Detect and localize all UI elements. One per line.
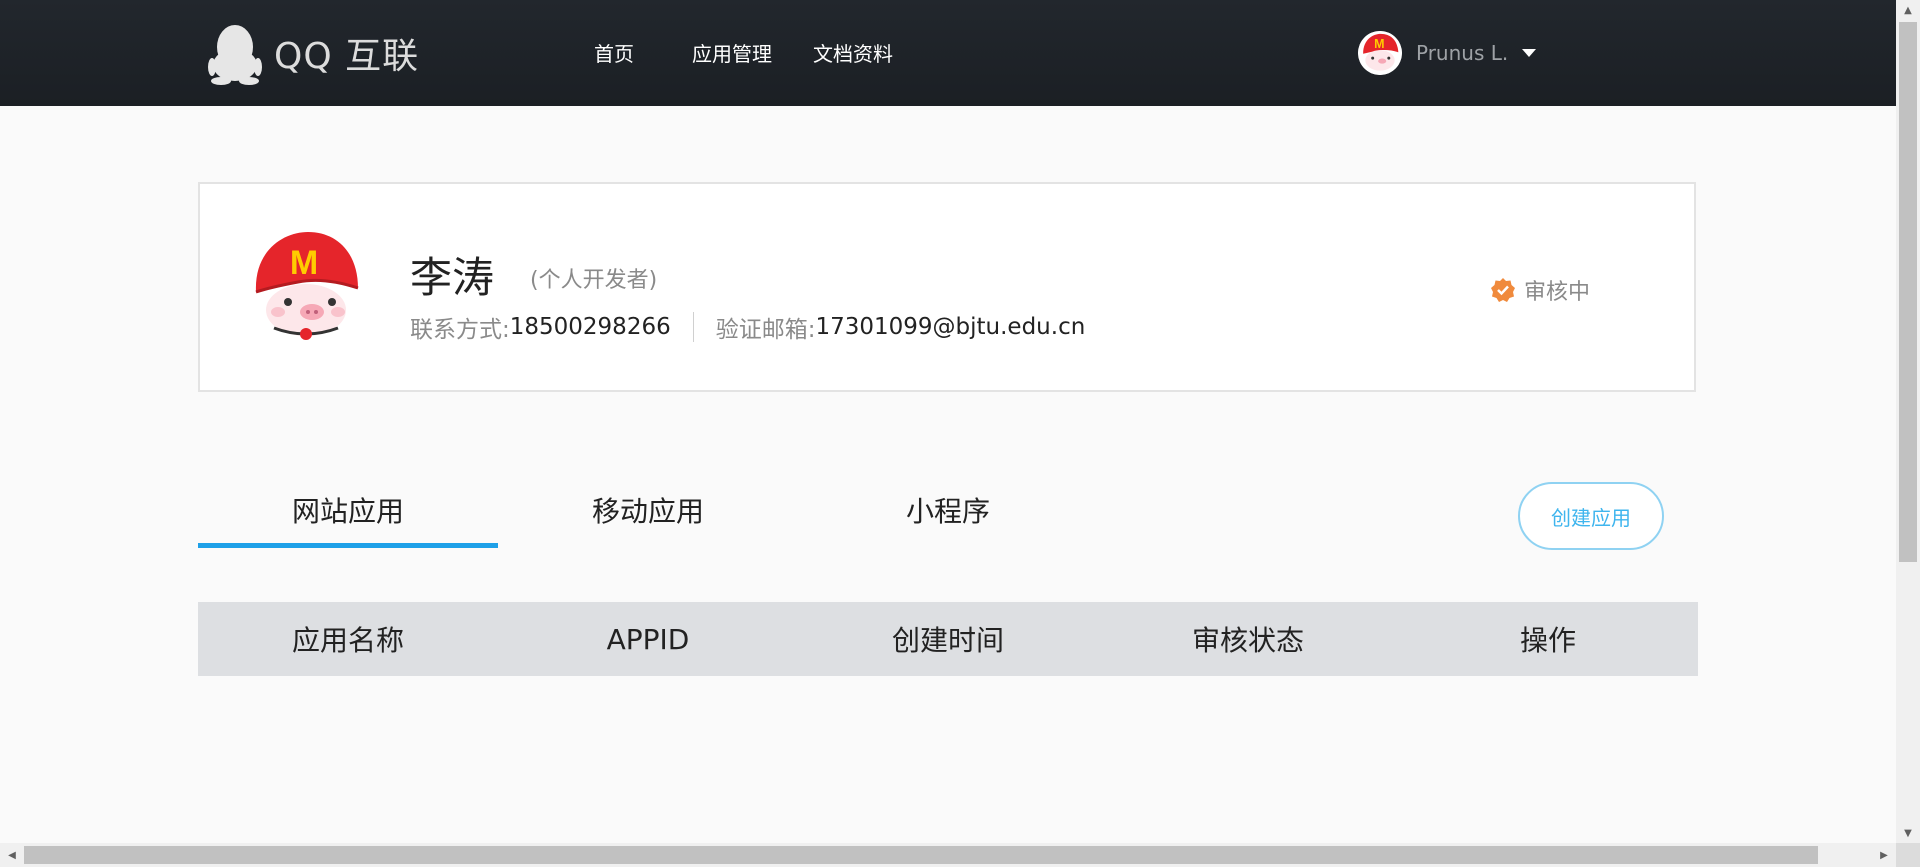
divider <box>692 312 694 342</box>
column-header-app-name: 应用名称 <box>291 624 404 657</box>
column-header-actions: 操作 <box>1519 624 1576 657</box>
active-tab-indicator <box>198 543 498 548</box>
vertical-scrollbar[interactable]: ▲ ▼ <box>1896 0 1920 867</box>
scroll-down-arrow-icon[interactable]: ▼ <box>1896 823 1920 843</box>
scroll-left-arrow-icon[interactable]: ◀ <box>0 843 24 867</box>
user-menu[interactable]: M Prunus L. <box>1358 31 1537 75</box>
vertical-scroll-thumb[interactable] <box>1899 22 1917 562</box>
logo-text: QQ 互联 <box>274 36 420 77</box>
app-type-tabs: 网站应用 移动应用 小程序 <box>198 480 1698 550</box>
nav-item-home[interactable]: 首页 <box>594 38 634 67</box>
contact-label: 联系方式: <box>410 317 510 343</box>
horizontal-scroll-thumb[interactable] <box>24 846 1818 864</box>
developer-name: 李涛 <box>410 253 495 302</box>
apps-table-header: 应用名称 APPID 创建时间 审核状态 操作 <box>198 602 1698 676</box>
pig-avatar-icon: M <box>1358 31 1402 75</box>
scrollbar-corner <box>1896 843 1920 867</box>
chevron-down-icon[interactable] <box>1522 49 1537 57</box>
penguin-icon <box>208 25 262 85</box>
contact-info: 联系方式: 18500298266 验证邮箱: 17301099@bjtu.ed… <box>410 310 1085 344</box>
tab-website-apps[interactable]: 网站应用 <box>198 490 498 530</box>
email-label: 验证邮箱: <box>715 317 816 343</box>
contact-value: 18500298266 <box>509 314 671 340</box>
email-value: 17301099@bjtu.edu.cn <box>815 314 1086 340</box>
developer-avatar: M <box>246 228 366 348</box>
developer-profile-card: M 李涛 (个人开发者) 联系方式: 18500298266 验证邮箱: 173… <box>198 182 1696 392</box>
scroll-up-arrow-icon[interactable]: ▲ <box>1896 0 1920 20</box>
tab-mobile-apps[interactable]: 移动应用 <box>498 490 798 530</box>
column-header-appid: APPID <box>606 622 690 656</box>
status-badge: 审核中 <box>1490 274 1590 306</box>
scroll-right-arrow-icon[interactable]: ▶ <box>1872 843 1896 867</box>
column-header-review-status: 审核状态 <box>1191 624 1304 657</box>
avatar: M <box>1358 31 1402 75</box>
horizontal-scrollbar[interactable]: ◀ ▶ <box>0 843 1896 867</box>
tab-mini-programs[interactable]: 小程序 <box>798 490 1098 530</box>
svg-text:M: M <box>1374 37 1384 51</box>
column-header-created-time: 创建时间 <box>891 624 1004 657</box>
status-text: 审核中 <box>1524 280 1591 305</box>
user-name: Prunus L. <box>1416 41 1509 65</box>
create-app-button[interactable]: 创建应用 <box>1518 482 1664 550</box>
svg-text:M: M <box>290 244 318 282</box>
nav-item-app-management[interactable]: 应用管理 <box>692 38 772 67</box>
nav-item-docs[interactable]: 文档资料 <box>813 38 893 67</box>
pig-avatar-icon: M <box>246 228 366 348</box>
qq-logo[interactable]: QQ 互联 <box>208 20 419 86</box>
developer-type: (个人开发者) <box>530 268 658 293</box>
top-navbar: QQ 互联 首页 应用管理 文档资料 M Prunus L. <box>0 0 1896 106</box>
verified-badge-icon <box>1491 278 1515 302</box>
